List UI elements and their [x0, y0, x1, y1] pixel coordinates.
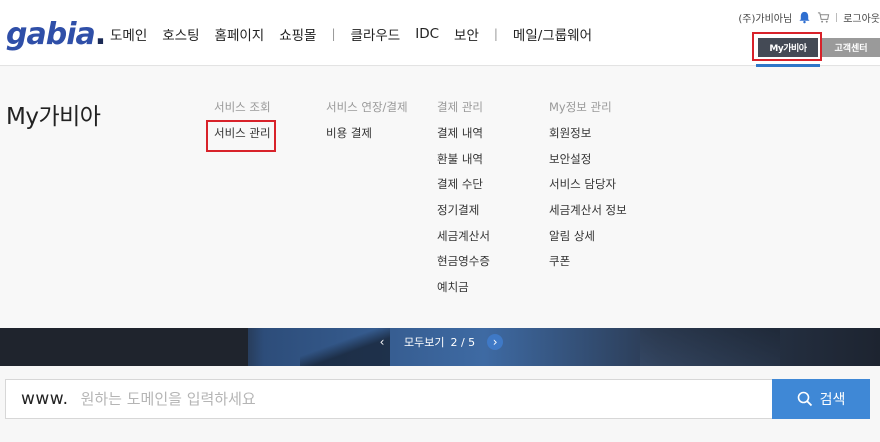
nav-shopping-mall[interactable]: 쇼핑몰 — [279, 24, 316, 44]
menu-link-cost-payment[interactable]: 비용 결제 — [326, 125, 408, 151]
nav-divider: | — [331, 27, 336, 41]
menu-link-service-manager[interactable]: 서비스 담당자 — [549, 176, 627, 202]
menu-link-tax-invoice-info[interactable]: 세금계산서 정보 — [549, 202, 627, 228]
nav-hosting[interactable]: 호스팅 — [162, 24, 199, 44]
cart-icon[interactable] — [817, 11, 830, 24]
search-button-label: 검색 — [819, 392, 846, 408]
utility-bar: (주)가비아님 로그아웃 — [738, 10, 880, 25]
gabia-logo[interactable]: gabia. — [6, 16, 106, 52]
menu-heading[interactable]: 서비스 연장/결제 — [326, 99, 408, 125]
mygabia-button[interactable]: My가비아 — [758, 38, 818, 57]
global-nav: 도메인 호스팅 홈페이지 쇼핑몰 | 클라우드 IDC 보안 | 메일/그룹웨어 — [110, 24, 607, 44]
util-divider — [836, 13, 838, 22]
nav-security[interactable]: 보안 — [454, 24, 479, 44]
nav-idc[interactable]: IDC — [415, 26, 439, 42]
nav-cloud[interactable]: 클라우드 — [351, 24, 401, 44]
hero-banner: ‹ 모두보기 2 / 5 › — [0, 328, 880, 366]
nav-mail-groupware[interactable]: 메일/그룹웨어 — [513, 24, 592, 44]
search-button[interactable]: 검색 — [772, 379, 870, 419]
logout-link[interactable]: 로그아웃 — [843, 10, 880, 25]
search-icon — [797, 391, 812, 407]
highlight-box-service-management — [206, 120, 276, 152]
menu-column-my-info: My정보 관리 회원정보 보안설정 서비스 담당자 세금계산서 정보 알림 상세… — [549, 99, 627, 279]
mega-menu-title: My가비아 — [6, 104, 101, 130]
nav-domain[interactable]: 도메인 — [110, 24, 147, 44]
nav-homepage[interactable]: 홈페이지 — [215, 24, 265, 44]
menu-heading[interactable]: My정보 관리 — [549, 99, 627, 125]
view-all-link[interactable]: 모두보기 — [404, 334, 444, 350]
domain-search-box: www. — [5, 379, 773, 419]
domain-search-section: www. 검색 — [0, 366, 880, 442]
customer-center-button[interactable]: 고객센터 — [822, 38, 880, 57]
menu-link-payment-method[interactable]: 결제 수단 — [437, 176, 490, 202]
banner-page-count: 2 / 5 — [450, 335, 476, 349]
menu-link-member-info[interactable]: 회원정보 — [549, 125, 627, 151]
menu-link-deposit[interactable]: 예치금 — [437, 279, 490, 305]
menu-link-tax-invoice[interactable]: 세금계산서 — [437, 228, 490, 254]
username[interactable]: (주)가비아님 — [738, 10, 792, 25]
menu-link-security-settings[interactable]: 보안설정 — [549, 151, 627, 177]
chevron-right-icon[interactable]: › — [487, 334, 504, 350]
menu-link-notification-detail[interactable]: 알림 상세 — [549, 228, 627, 254]
menu-column-renewal-payment: 서비스 연장/결제 비용 결제 — [326, 99, 408, 151]
domain-search-input[interactable] — [80, 390, 721, 408]
logo-text: gabia — [6, 16, 96, 52]
menu-column-payment-management: 결제 관리 결제 내역 환불 내역 결제 수단 정기결제 세금계산서 현금영수증… — [437, 99, 490, 305]
header: gabia. 도메인 호스팅 홈페이지 쇼핑몰 | 클라우드 IDC 보안 | … — [0, 0, 880, 67]
menu-link-refund-history[interactable]: 환불 내역 — [437, 151, 490, 177]
menu-link-recurring-payment[interactable]: 정기결제 — [437, 202, 490, 228]
chevron-left-icon[interactable]: ‹ — [374, 334, 390, 350]
menu-heading[interactable]: 결제 관리 — [437, 99, 490, 125]
nav-divider: | — [493, 27, 498, 41]
notification-bell-icon[interactable] — [798, 11, 811, 24]
menu-link-payment-history[interactable]: 결제 내역 — [437, 125, 490, 151]
menu-link-cash-receipt[interactable]: 현금영수증 — [437, 253, 490, 279]
mygabia-mega-menu: My가비아 서비스 조회 서비스 관리 서비스 연장/결제 비용 결제 결제 관… — [0, 67, 880, 328]
banner-pager: ‹ 모두보기 2 / 5 › — [374, 334, 504, 350]
menu-link-coupon[interactable]: 쿠폰 — [549, 253, 627, 279]
www-prefix: www. — [21, 389, 69, 409]
